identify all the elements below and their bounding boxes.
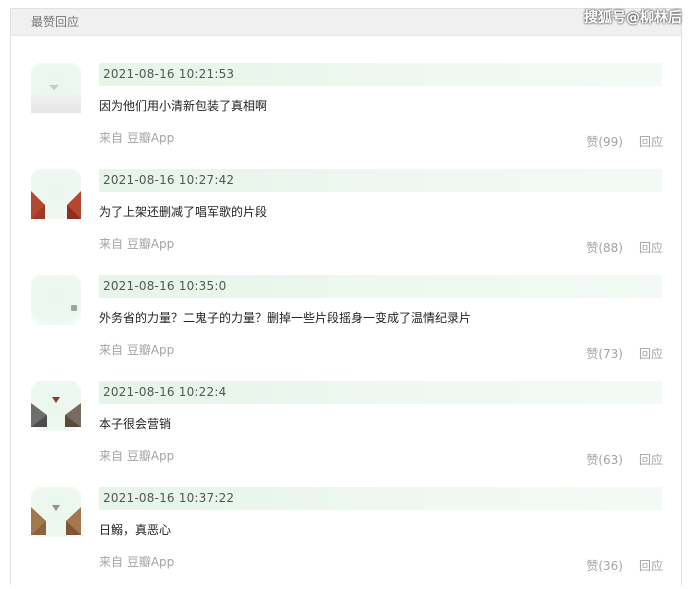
- avatar[interactable]: [31, 487, 81, 537]
- reply-button[interactable]: 回应: [639, 557, 663, 574]
- reply-button[interactable]: 回应: [639, 451, 663, 468]
- like-button[interactable]: 赞(99): [586, 133, 623, 150]
- comment-source: 来自 豆瓣App: [99, 237, 175, 251]
- comment-source: 来自 豆瓣App: [99, 343, 175, 357]
- comment-text: 因为他们用小清新包装了真相啊: [99, 99, 268, 113]
- avatar[interactable]: [31, 381, 81, 431]
- reply-button[interactable]: 回应: [639, 239, 663, 256]
- comment-item: 2021-08-16 10:22:4 本子很会营销 来自 豆瓣App 赞(63)…: [11, 377, 683, 483]
- comment-text: 外务省的力量？二鬼子的力量？删掉一些片段摇身一变成了温情纪录片: [99, 311, 472, 325]
- comment-date: 2021-08-16 10:27:42: [103, 173, 235, 187]
- reply-button[interactable]: 回应: [639, 133, 663, 150]
- reply-button[interactable]: 回应: [639, 345, 663, 362]
- avatar[interactable]: [31, 63, 81, 113]
- avatar[interactable]: [31, 275, 81, 325]
- like-button[interactable]: 赞(73): [586, 345, 623, 362]
- section-header: 最赞回应: [11, 9, 681, 36]
- comment-meta: 2021-08-16 10:22:4: [99, 381, 662, 404]
- comment-meta: 2021-08-16 10:21:53: [99, 63, 662, 86]
- comment-source: 来自 豆瓣App: [99, 449, 175, 463]
- comment-item: 2021-08-16 10:27:42 为了上架还删减了唱军歌的片段 来自 豆瓣…: [11, 165, 683, 271]
- comment-date: 2021-08-16 10:35:0: [103, 279, 227, 293]
- comments-panel: 最赞回应 2021-08-16 10:21:53 因为他们用小清新包装了真相啊 …: [10, 8, 682, 585]
- comment-text: 本子很会营销: [99, 417, 172, 431]
- avatar[interactable]: [31, 169, 81, 219]
- comment-item: 2021-08-16 10:21:53 因为他们用小清新包装了真相啊 来自 豆瓣…: [11, 59, 683, 165]
- like-button[interactable]: 赞(36): [586, 557, 623, 574]
- comment-source: 来自 豆瓣App: [99, 555, 175, 569]
- comment-item: 2021-08-16 10:37:22 日鰯，真恶心 来自 豆瓣App 赞(36…: [11, 483, 683, 589]
- comment-text: 日鰯，真恶心: [99, 523, 172, 537]
- like-button[interactable]: 赞(88): [586, 239, 623, 256]
- watermark: 搜狐号@柳林后: [584, 10, 682, 26]
- comment-meta: 2021-08-16 10:37:22: [99, 487, 662, 510]
- comment-source: 来自 豆瓣App: [99, 131, 175, 145]
- comment-meta: 2021-08-16 10:35:0: [99, 275, 662, 298]
- comment-text: 为了上架还删减了唱军歌的片段: [99, 205, 268, 219]
- comment-date: 2021-08-16 10:22:4: [103, 385, 227, 399]
- comment-date: 2021-08-16 10:21:53: [103, 67, 235, 81]
- comment-date: 2021-08-16 10:37:22: [103, 491, 235, 505]
- comment-item: 2021-08-16 10:35:0 外务省的力量？二鬼子的力量？删掉一些片段摇…: [11, 271, 683, 377]
- like-button[interactable]: 赞(63): [586, 451, 623, 468]
- comment-meta: 2021-08-16 10:27:42: [99, 169, 662, 192]
